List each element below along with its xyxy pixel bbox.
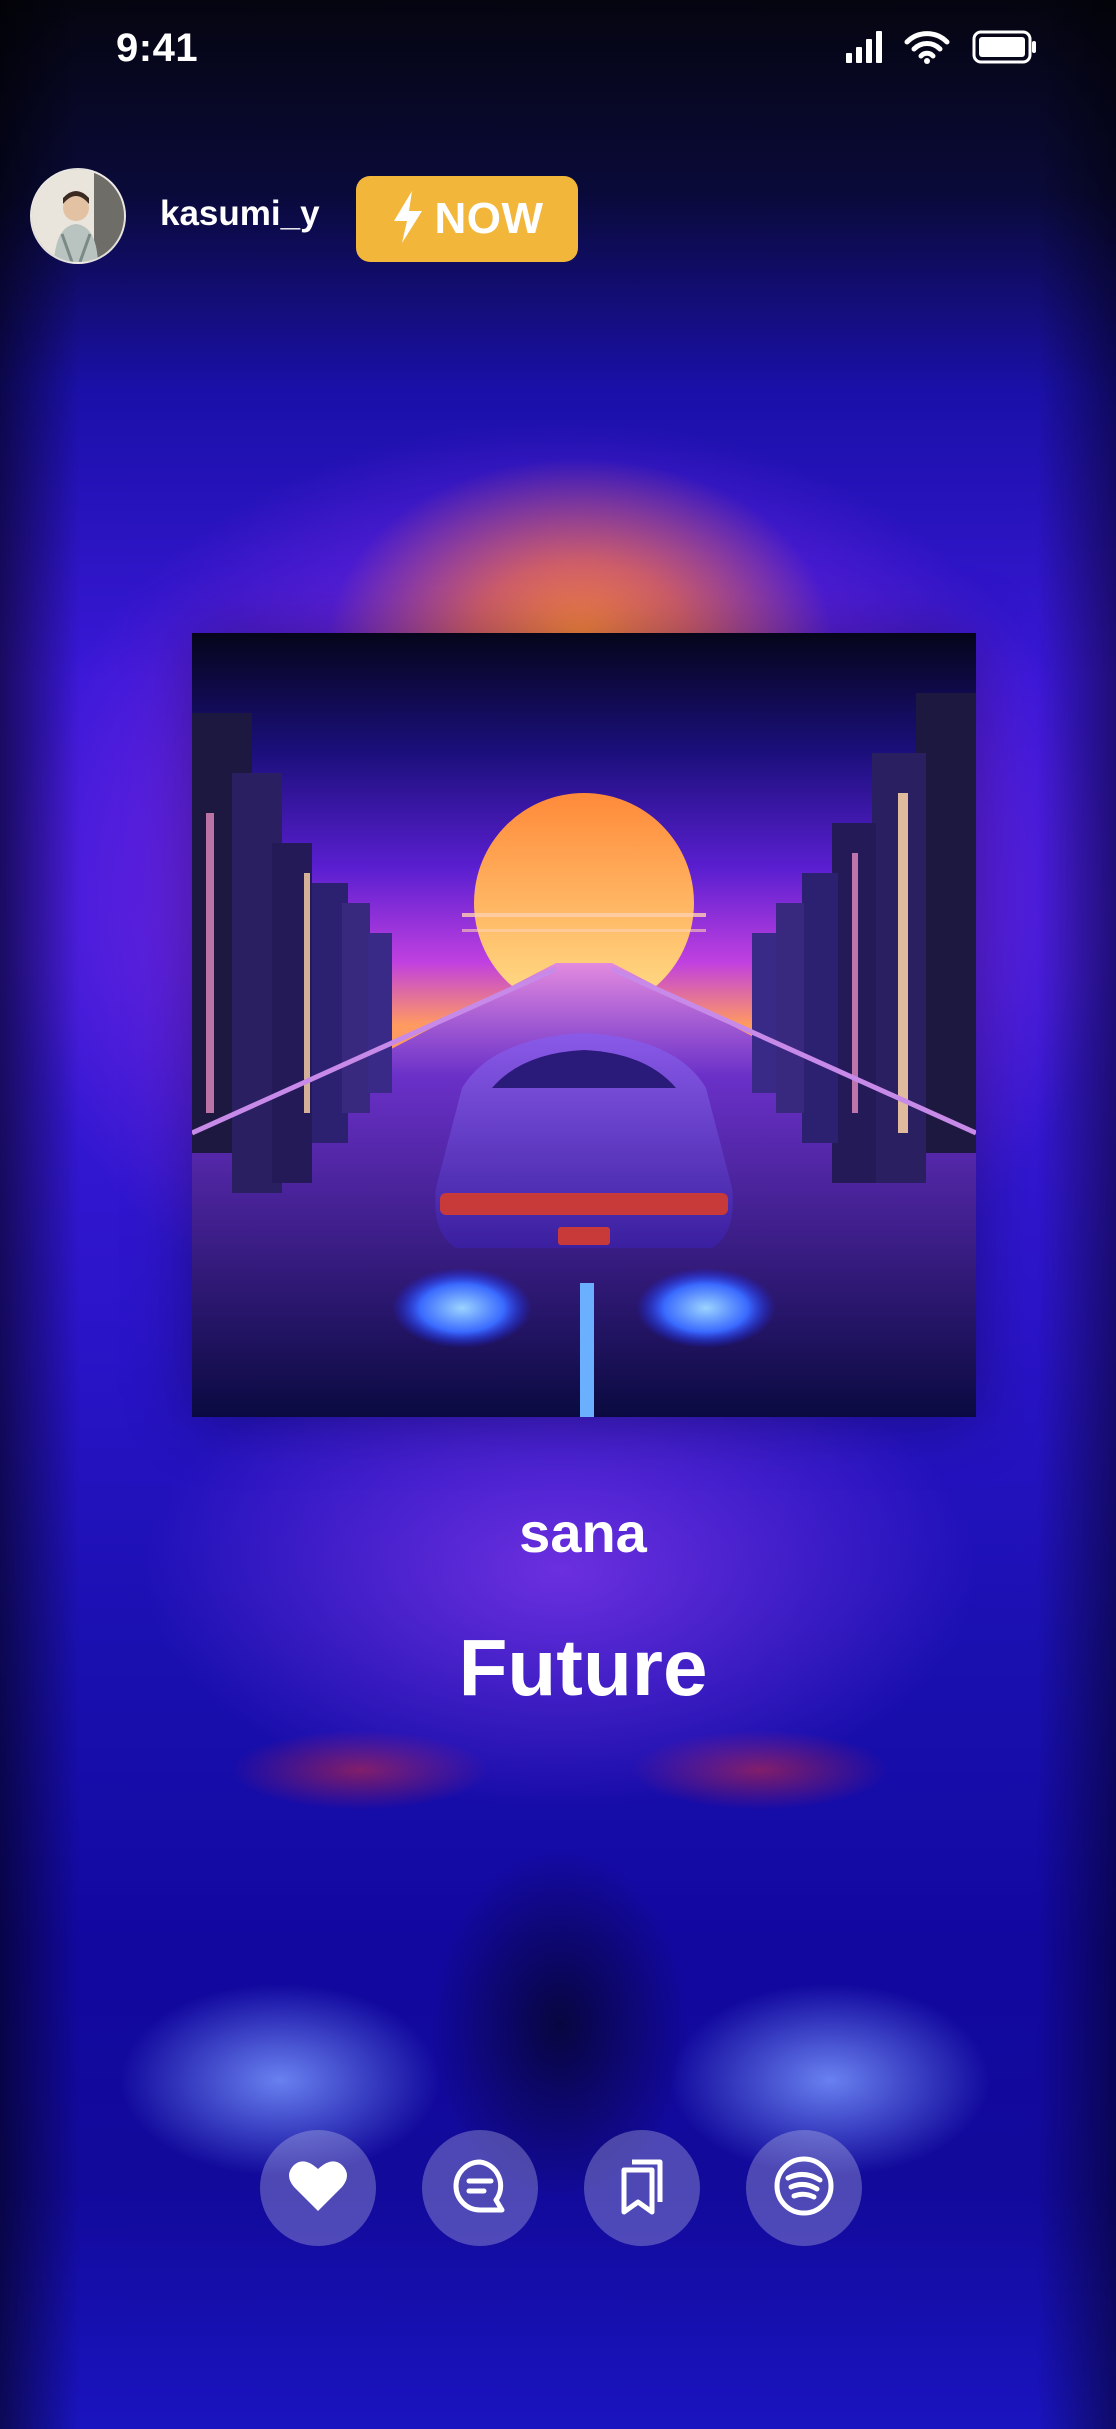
comment-icon: [450, 2156, 510, 2221]
album-art[interactable]: [192, 633, 976, 1417]
now-playing-screen: 9:41 kasumi_y NOW sana Future: [0, 0, 1116, 2429]
spotify-button[interactable]: [746, 2130, 862, 2246]
now-badge-label: NOW: [434, 194, 544, 243]
action-bar: [260, 2130, 862, 2246]
avatar[interactable]: [30, 168, 126, 264]
lightning-icon: [390, 189, 426, 250]
background-shade-left: [0, 0, 80, 2429]
now-badge[interactable]: NOW: [356, 176, 578, 262]
comment-button[interactable]: [422, 2130, 538, 2246]
battery-icon: [972, 30, 1038, 69]
background-shade-right: [1036, 0, 1116, 2429]
status-icons: [846, 30, 1038, 69]
username[interactable]: kasumi_y: [160, 194, 320, 234]
bookmark-button[interactable]: [584, 2130, 700, 2246]
spotify-icon: [772, 2154, 836, 2223]
status-bar: 9:41: [0, 0, 1116, 100]
heart-icon: [288, 2159, 348, 2218]
bookmark-icon: [614, 2156, 670, 2221]
cellular-signal-icon: [846, 31, 882, 68]
artist-name[interactable]: sana: [0, 1500, 1116, 1565]
wifi-icon: [904, 30, 950, 69]
like-button[interactable]: [260, 2130, 376, 2246]
status-time: 9:41: [116, 26, 199, 70]
track-title[interactable]: Future: [0, 1622, 1116, 1714]
